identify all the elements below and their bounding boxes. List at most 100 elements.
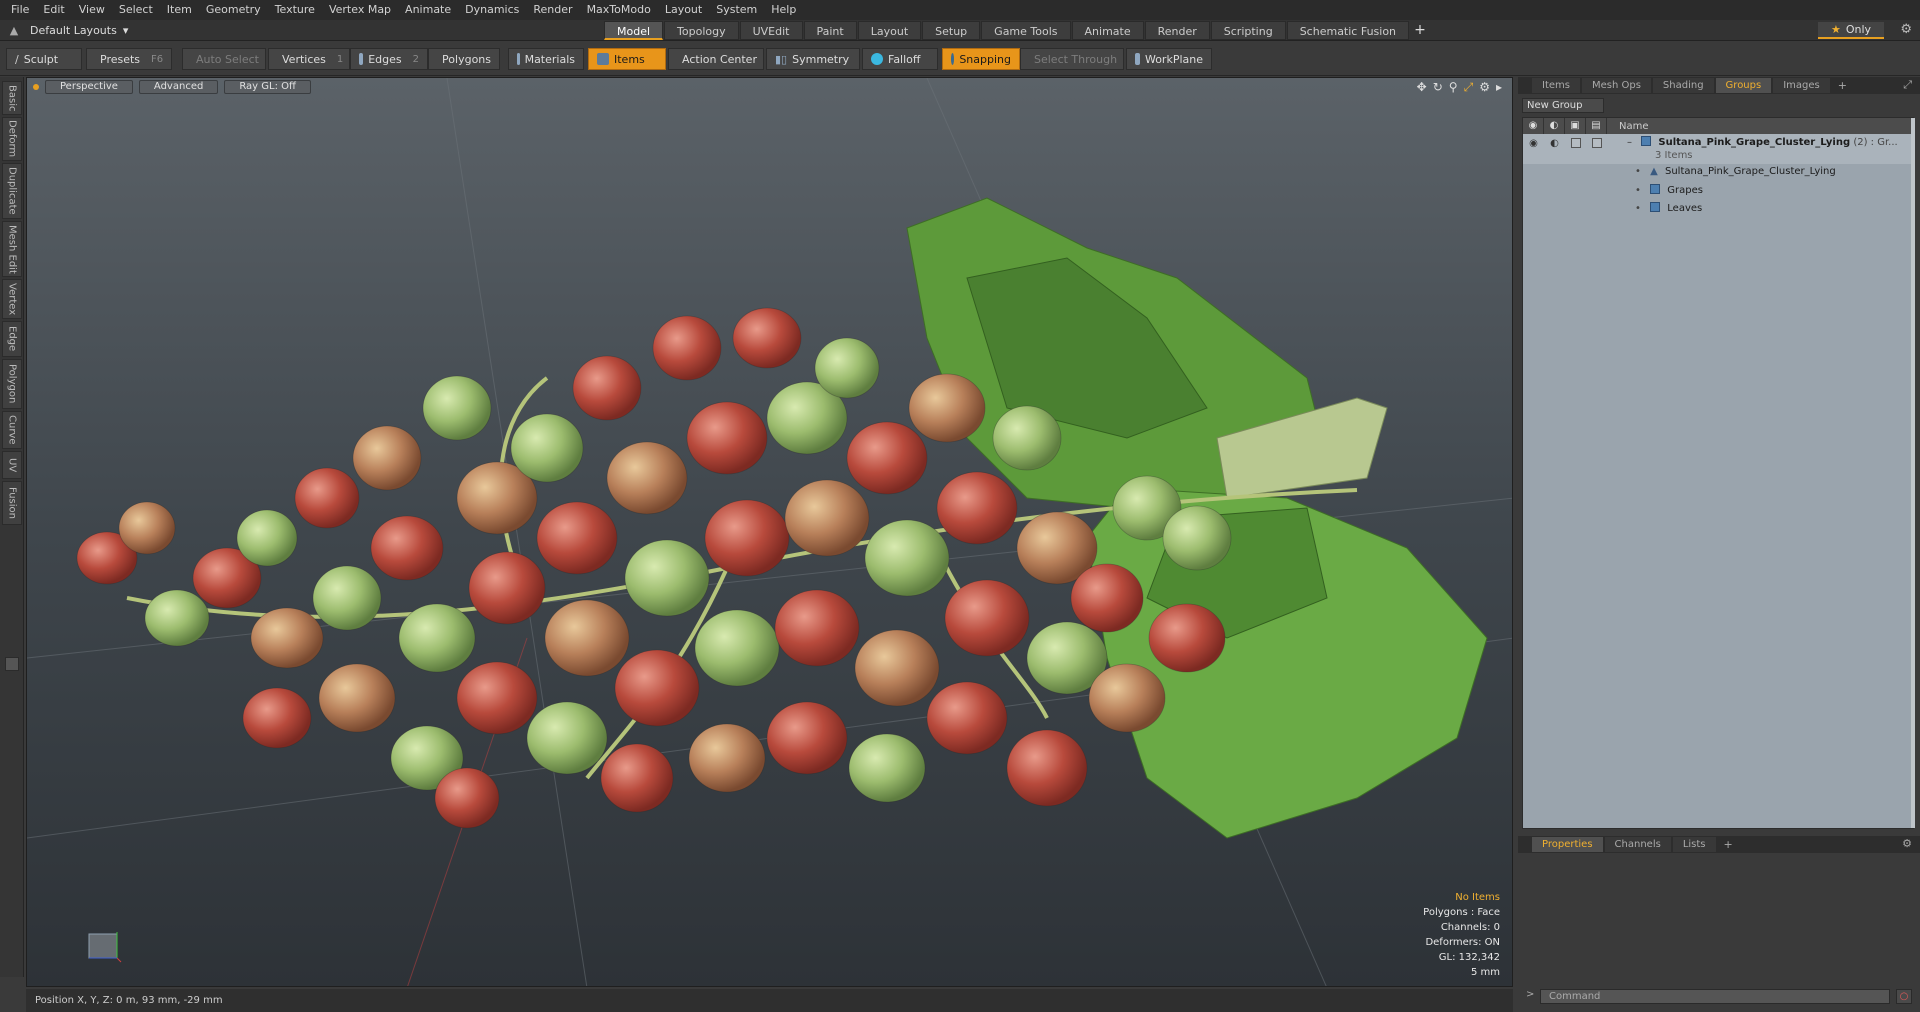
add-bottom-tab-icon[interactable]: + [1718,838,1739,851]
only-button[interactable]: ★ Only [1818,22,1884,39]
menu-help[interactable]: Help [764,0,803,20]
select-column-icon[interactable]: ▤ [1586,118,1607,134]
raygl-dropdown[interactable]: Ray GL: Off [224,80,311,94]
tab-fusion[interactable]: Fusion [2,481,22,525]
edges-button[interactable]: Edges 2 [350,48,428,70]
polygons-button[interactable]: Polygons [428,48,500,70]
menu-maxtomodo[interactable]: MaxToModo [580,0,658,20]
tab-edge[interactable]: Edge [2,321,22,357]
menu-vertex-map[interactable]: Vertex Map [322,0,398,20]
materials-button[interactable]: Materials [508,48,584,70]
tab-duplicate[interactable]: Duplicate [2,163,22,219]
menu-dynamics[interactable]: Dynamics [458,0,526,20]
list-item[interactable]: • Grapes [1523,182,1913,200]
3d-viewport[interactable]: Perspective Advanced Ray GL: Off ✥ ↻ ⚲ ⤢… [26,77,1513,987]
panel-toggle-button[interactable] [5,657,19,671]
expand-plus-icon[interactable]: • [1635,166,1641,177]
tab-animate[interactable]: Animate [1071,21,1144,40]
menu-texture[interactable]: Texture [268,0,322,20]
pan-icon[interactable]: ✥ [1417,80,1427,95]
tab-properties[interactable]: Properties [1532,837,1603,852]
tab-topology[interactable]: Topology [664,21,739,40]
menu-layout[interactable]: Layout [658,0,709,20]
view-type-dropdown[interactable]: Perspective [45,80,133,94]
tab-uv[interactable]: UV [2,451,22,479]
render-toggle-icon[interactable]: ◐ [1544,134,1565,152]
lock-column-icon[interactable]: ▣ [1565,118,1586,134]
falloff-button[interactable]: Falloff [862,48,938,70]
menu-render[interactable]: Render [526,0,579,20]
list-item[interactable]: • Leaves [1523,200,1913,218]
presets-button[interactable]: Presets F6 [86,48,172,70]
bottom-panel-settings-icon[interactable]: ⚙ [1902,837,1912,850]
items-button[interactable]: Items [588,48,666,70]
group-row[interactable]: ◉ ◐ – Sultana_Pink_Grape_Cluster_Lying (… [1523,134,1913,164]
visibility-column-icon[interactable]: ◉ [1523,118,1544,134]
new-group-button[interactable]: New Group [1522,98,1604,113]
menu-file[interactable]: File [4,0,36,20]
menu-edit[interactable]: Edit [36,0,71,20]
expand-plus-icon[interactable]: • [1635,185,1641,196]
tab-channels[interactable]: Channels [1604,837,1671,852]
viewport-menu-dot[interactable] [33,84,39,90]
menu-system[interactable]: System [709,0,764,20]
tab-scripting[interactable]: Scripting [1210,21,1286,40]
shading-mode-dropdown[interactable]: Advanced [138,80,219,94]
tab-images[interactable]: Images [1773,78,1830,93]
name-column-header[interactable]: Name [1607,121,1649,132]
fit-icon[interactable]: ⤢ [1464,80,1474,95]
lock-checkbox[interactable] [1570,138,1581,148]
tab-game-tools[interactable]: Game Tools [981,21,1071,40]
rotate-icon[interactable]: ↻ [1433,80,1443,95]
tab-vertex[interactable]: Vertex [2,279,22,319]
zoom-icon[interactable]: ⚲ [1449,80,1458,95]
tab-polygon[interactable]: Polygon [2,359,22,409]
menu-item[interactable]: Item [160,0,199,20]
tab-groups[interactable]: Groups [1715,78,1772,93]
tab-paint[interactable]: Paint [803,21,857,40]
expand-minus-icon[interactable]: – [1627,137,1632,148]
menu-animate[interactable]: Animate [398,0,458,20]
tab-basic[interactable]: Basic [2,81,22,115]
add-tab-icon[interactable]: + [1410,21,1430,40]
tab-uvedit[interactable]: UVEdit [739,21,803,40]
tab-shading[interactable]: Shading [1652,78,1714,93]
tab-setup[interactable]: Setup [922,21,981,40]
vertices-button[interactable]: Vertices 1 [268,48,350,70]
tab-model[interactable]: Model [604,21,664,40]
tab-deform[interactable]: Deform [2,117,22,161]
collapse-arrow-icon[interactable]: ▲ [4,24,24,37]
menu-view[interactable]: View [72,0,112,20]
menu-geometry[interactable]: Geometry [199,0,268,20]
action-center-button[interactable]: Action Center [668,48,764,70]
render-column-icon[interactable]: ◐ [1544,118,1565,134]
select-through-button[interactable]: Select Through [1020,48,1124,70]
auto-select-button[interactable]: Auto Select [182,48,266,70]
layout-selector[interactable]: ▲ Default Layouts ▾ [4,22,129,39]
snapping-button[interactable]: Snapping [942,48,1020,70]
select-checkbox[interactable] [1591,138,1602,148]
viewport-settings-icon[interactable]: ⚙ [1479,80,1490,95]
visibility-eye-icon[interactable]: ◉ [1523,134,1544,152]
tab-lists[interactable]: Lists [1672,837,1716,852]
tab-mesh-edit[interactable]: Mesh Edit [2,221,22,277]
expand-plus-icon[interactable]: • [1635,203,1641,214]
viewport-expand-icon[interactable]: ▸ [1496,80,1502,95]
command-input[interactable]: Command [1540,989,1890,1004]
tab-items[interactable]: Items [1532,78,1580,93]
list-item[interactable]: • ▲ Sultana_Pink_Grape_Cluster_Lying [1523,164,1913,182]
tab-curve[interactable]: Curve [2,411,22,449]
tab-schematic-fusion[interactable]: Schematic Fusion [1286,21,1410,40]
workplane-button[interactable]: WorkPlane [1126,48,1212,70]
tab-mesh-ops[interactable]: Mesh Ops [1581,78,1651,93]
gear-icon[interactable]: ⚙ [1900,22,1912,37]
tab-layout[interactable]: Layout [857,21,922,40]
symmetry-button[interactable]: ▮▯ Symmetry [766,48,860,70]
groups-scrollbar[interactable] [1911,118,1915,828]
sculpt-button[interactable]: ∕ Sculpt [6,48,82,70]
add-panel-tab-icon[interactable]: + [1832,79,1853,92]
command-history-button[interactable]: ○ [1896,989,1912,1004]
menu-select[interactable]: Select [112,0,160,20]
expand-icon[interactable]: ⤢ [1903,78,1912,92]
tab-render[interactable]: Render [1144,21,1210,40]
